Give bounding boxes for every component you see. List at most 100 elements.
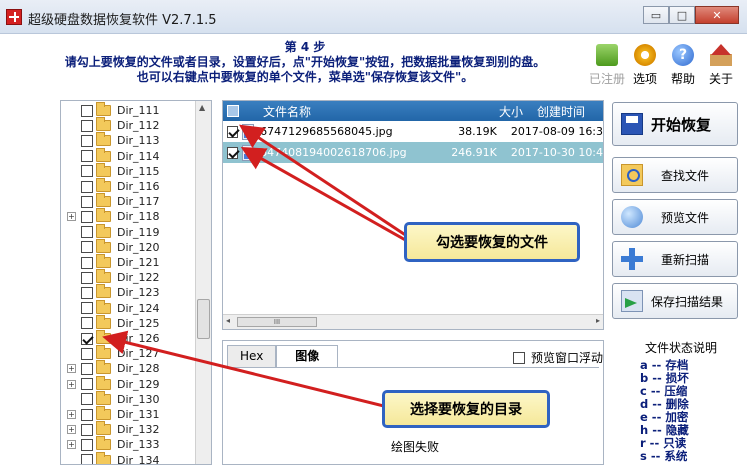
maximize-button[interactable]: □ [669,6,695,24]
preview-file-button[interactable]: 预览文件 [612,199,738,235]
expand-icon[interactable]: + [67,364,76,374]
tree-checkbox[interactable] [81,150,93,163]
window-controls: ▭ □ ✕ [643,6,739,24]
tree-item[interactable]: Dir_116 [61,178,196,194]
file-list-scroll-thumb[interactable]: III [237,317,317,327]
tree-item[interactable]: Dir_126 [61,330,196,346]
tree-item[interactable]: + Dir_129 [61,375,196,392]
tree-item[interactable]: Dir_119 [61,223,196,240]
rescan-button[interactable]: 重新扫描 [612,241,738,277]
tree-item[interactable]: + Dir_118 [61,208,196,224]
tree-scroll-thumb[interactable] [197,299,210,339]
tree-scrollbar[interactable]: ▲ [195,101,211,464]
tree-item[interactable]: Dir_120 [61,238,196,255]
float-preview-option[interactable]: 预览窗口浮动 [513,349,603,366]
tree-checkbox[interactable] [81,180,93,193]
tree-item[interactable]: Dir_113 [61,132,196,148]
tree-checkbox[interactable] [81,210,93,223]
scroll-left-icon[interactable]: ◂ [226,316,230,325]
tree-item-label: Dir_114 [117,149,160,163]
tree-checkbox[interactable] [81,241,93,254]
tree-checkbox[interactable] [81,423,93,436]
tree-item[interactable]: Dir_127 [61,345,196,361]
tree-checkbox[interactable] [81,271,93,284]
tree-checkbox[interactable] [81,408,93,421]
tree-checkbox[interactable] [81,454,93,464]
tree-checkbox[interactable] [81,438,93,451]
file-checkbox[interactable] [227,146,239,159]
expand-icon[interactable]: + [67,212,76,222]
file-row[interactable]: 6747129685568045.jpg 38.19K 2017-08-09 16:… [223,121,603,142]
tree-checkbox[interactable] [81,226,93,239]
minimize-button[interactable]: ▭ [643,6,669,24]
tree-checkbox[interactable] [81,332,93,345]
select-all-icon[interactable] [227,105,239,117]
options-button[interactable]: 选项 [626,44,664,87]
tree-checkbox[interactable] [81,378,93,391]
expand-icon[interactable]: + [67,410,76,419]
tree-item[interactable]: Dir_117 [61,193,196,209]
tree-item[interactable]: Dir_130 [61,390,196,407]
tree-checkbox[interactable] [81,393,93,406]
callout-select-directory: 选择要恢复的目录 [382,390,550,428]
tree-checkbox[interactable] [81,119,93,132]
start-recovery-button[interactable]: 开始恢复 [612,102,738,146]
tree-item[interactable]: Dir_134 [61,451,196,464]
gear-icon [634,44,656,66]
tree-item[interactable]: Dir_121 [61,254,196,270]
expand-icon[interactable]: + [67,379,76,389]
about-button[interactable]: 关于 [702,44,740,87]
tree-checkbox[interactable] [81,302,93,315]
file-list-hscrollbar[interactable]: ◂ III ▸ [223,314,603,329]
float-preview-checkbox[interactable] [513,351,525,364]
tree-item[interactable]: Dir_125 [61,314,196,331]
tree-item[interactable]: Dir_115 [61,162,196,179]
tree-item[interactable]: + Dir_131 [61,406,196,422]
file-list[interactable]: 文件名称 大小 创建时间 6747129685568045.jpg 38.19K 2… [222,100,604,330]
file-size: 38.19K [458,125,497,138]
column-name[interactable]: 文件名称 [263,103,463,120]
column-size[interactable]: 大小 [463,103,523,120]
scroll-right-icon[interactable]: ▸ [596,316,600,325]
tree-item[interactable]: + Dir_132 [61,421,196,437]
tree-item-label: Dir_116 [117,180,160,193]
tree-item[interactable]: + Dir_128 [61,360,196,376]
help-button[interactable]: ? 帮助 [664,44,702,87]
directory-tree[interactable]: Dir_111 Dir_112 Dir_113 Dir_114 Dir_115 Dir_1… [60,100,212,465]
tree-checkbox[interactable] [81,347,93,360]
tree-checkbox[interactable] [81,362,93,375]
tab-hex[interactable]: Hex [227,345,277,367]
scroll-up-icon[interactable]: ▲ [199,103,205,112]
tree-checkbox[interactable] [81,195,93,208]
folder-icon [96,360,111,375]
tab-image[interactable]: 图像 [276,345,339,367]
tree-checkbox[interactable] [81,256,93,269]
tree-item[interactable]: + Dir_133 [61,436,196,452]
tree-item[interactable]: Dir_114 [61,147,196,164]
file-time: 2017-10-30 10:4 [510,146,604,159]
tree-checkbox[interactable] [81,165,93,178]
tree-item[interactable]: Dir_122 [61,269,196,285]
tree-item[interactable]: Dir_123 [61,284,196,300]
tree-checkbox[interactable] [81,134,93,147]
tree-checkbox[interactable] [81,317,93,330]
tree-item[interactable]: Dir_124 [61,299,196,316]
tree-item-label: Dir_122 [117,271,160,285]
tree-item-label: Dir_119 [117,225,160,239]
column-time[interactable]: 创建时间 [537,103,585,120]
tree-item[interactable]: Dir_111 [61,102,196,118]
save-scan-button[interactable]: 保存扫描结果 [612,283,738,319]
about-label: 关于 [708,72,733,86]
close-button[interactable]: ✕ [695,6,739,24]
find-file-button[interactable]: 查找文件 [612,157,738,193]
file-row[interactable]: 6474081940026187​06.jpg 246.91K 2017-10-30… [223,142,603,163]
folder-icon [96,390,111,405]
tree-item[interactable]: Dir_112 [61,117,196,133]
tree-checkbox[interactable] [81,286,93,299]
tree-checkbox[interactable] [81,104,93,117]
expand-icon[interactable]: + [67,440,76,450]
expand-icon[interactable]: + [67,425,76,435]
file-checkbox[interactable] [227,125,239,138]
